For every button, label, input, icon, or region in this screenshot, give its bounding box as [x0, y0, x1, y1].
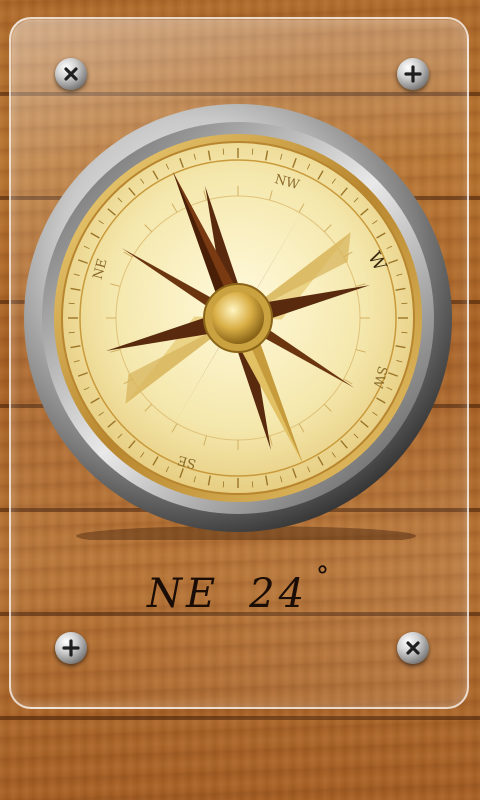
screw-x-icon — [55, 58, 87, 90]
compass-dial: NW W SW SE NE — [18, 100, 458, 540]
degree-symbol: ° — [316, 562, 334, 592]
screw-plus-icon — [397, 58, 429, 90]
heading-direction: NE — [146, 571, 220, 617]
heading-degrees: 24 — [249, 571, 309, 617]
degree-tick — [251, 148, 254, 155]
degree-tick — [222, 148, 225, 155]
heading-readout: NE 24 ° — [0, 562, 480, 622]
degree-tick — [68, 302, 75, 305]
degree-tick — [68, 331, 75, 334]
degree-tick — [401, 302, 408, 305]
screw-plus-icon — [55, 632, 87, 664]
compass-hub — [212, 292, 264, 344]
degree-tick — [401, 331, 408, 334]
degree-tick — [222, 481, 225, 488]
degree-tick — [251, 481, 254, 488]
screw-x-icon — [397, 632, 429, 664]
